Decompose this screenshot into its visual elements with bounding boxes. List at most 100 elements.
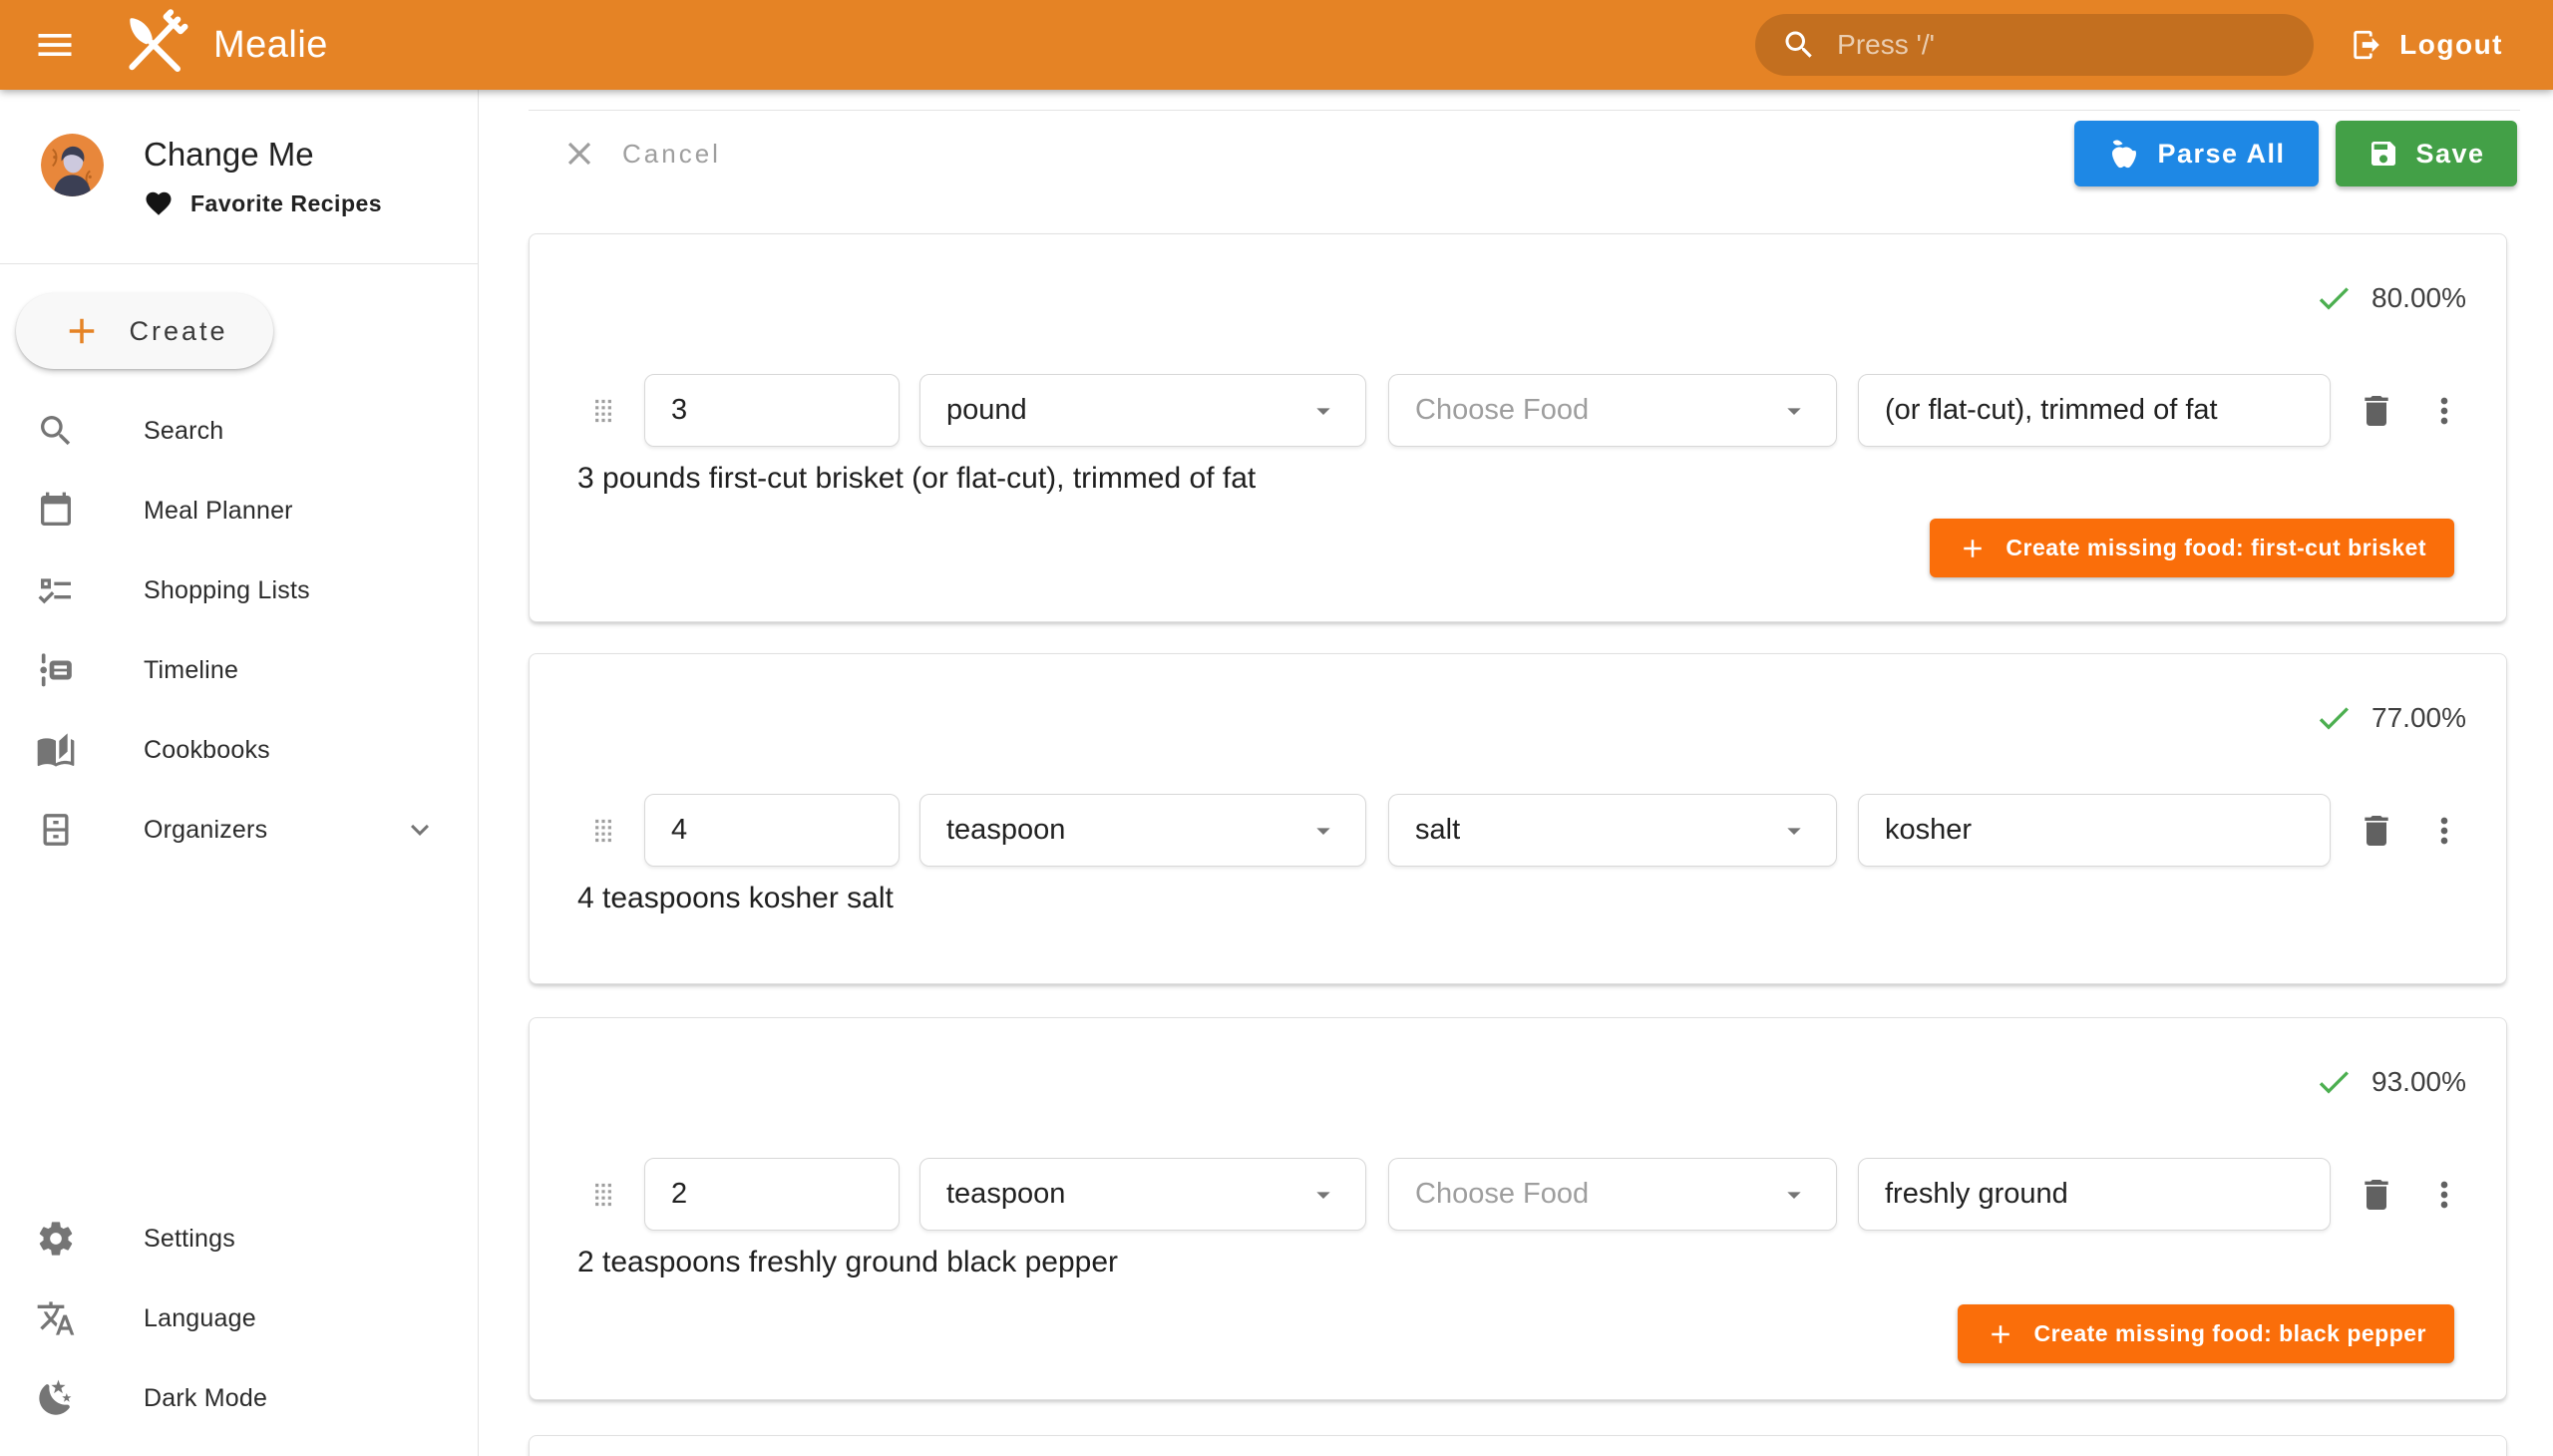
search-icon bbox=[36, 411, 76, 451]
dropdown-caret-icon bbox=[1778, 395, 1810, 427]
food-select[interactable]: salt bbox=[1388, 794, 1837, 867]
heart-icon bbox=[144, 188, 174, 218]
sidebar-item-label: Timeline bbox=[144, 656, 238, 685]
note-input[interactable] bbox=[1858, 1158, 2331, 1231]
dropdown-caret-icon bbox=[1778, 1179, 1810, 1211]
sidebar-item-dark-mode[interactable]: Dark Mode bbox=[0, 1370, 478, 1426]
dots-vertical-icon bbox=[2424, 391, 2464, 431]
parser-toolbar: Cancel Parse All Save bbox=[479, 111, 2553, 196]
user-section[interactable]: Change Me Favorite Recipes bbox=[0, 90, 478, 218]
sidebar-item-label: Meal Planner bbox=[144, 497, 293, 526]
create-missing-food-button[interactable]: Create missing food: first-cut brisket bbox=[1930, 519, 2454, 577]
app-bar: Mealie Logout bbox=[0, 0, 2553, 90]
sidebar-item-language[interactable]: Language bbox=[0, 1290, 478, 1346]
food-select[interactable]: Choose Food bbox=[1388, 374, 1837, 447]
sidebar-item-meal-planner[interactable]: Meal Planner bbox=[0, 483, 478, 539]
row-actions bbox=[2357, 811, 2464, 851]
gear-icon bbox=[36, 1219, 76, 1259]
delete-ingredient-button[interactable] bbox=[2357, 1175, 2396, 1215]
translate-icon bbox=[36, 1298, 76, 1338]
ingredient-row: pound Choose Food bbox=[530, 374, 2506, 447]
save-label: Save bbox=[2415, 139, 2484, 170]
cancel-button[interactable]: Cancel bbox=[560, 135, 721, 173]
parse-all-label: Parse All bbox=[2157, 139, 2285, 170]
sidebar: Change Me Favorite Recipes Create Search… bbox=[0, 90, 479, 1456]
row-actions bbox=[2357, 1175, 2464, 1215]
plus-icon bbox=[1986, 1319, 2015, 1349]
ingredient-row: teaspoon Choose Food bbox=[530, 1158, 2506, 1231]
parse-all-button[interactable]: Parse All bbox=[2074, 121, 2319, 186]
logout-label: Logout bbox=[2399, 29, 2503, 61]
original-ingredient-text: 2 teaspoons freshly ground black pepper bbox=[577, 1246, 1118, 1279]
confidence-value: 80.00% bbox=[2371, 282, 2466, 314]
save-button[interactable]: Save bbox=[2336, 121, 2517, 186]
sidebar-item-cookbooks[interactable]: Cookbooks bbox=[0, 722, 478, 778]
calendar-icon bbox=[36, 491, 76, 531]
mealie-logo-icon bbox=[118, 9, 189, 81]
confidence-badge: 93.00% bbox=[2314, 1062, 2466, 1102]
quantity-input[interactable] bbox=[644, 794, 900, 867]
sidebar-item-label: Search bbox=[144, 417, 223, 446]
confidence-badge: 77.00% bbox=[2314, 698, 2466, 738]
trash-icon bbox=[2357, 811, 2396, 851]
menu-icon[interactable] bbox=[33, 23, 77, 67]
sidebar-item-organizers[interactable]: Organizers bbox=[0, 802, 478, 858]
search-icon bbox=[1781, 27, 1817, 63]
sidebar-item-shopping-lists[interactable]: Shopping Lists bbox=[0, 562, 478, 618]
favorites-label: Favorite Recipes bbox=[190, 190, 382, 217]
quantity-input[interactable] bbox=[644, 374, 900, 447]
user-name: Change Me bbox=[144, 136, 382, 174]
sidebar-item-timeline[interactable]: Timeline bbox=[0, 642, 478, 698]
dropdown-caret-icon bbox=[1307, 815, 1339, 847]
ingredient-menu-button[interactable] bbox=[2424, 391, 2464, 431]
ingredient-card-partial bbox=[529, 1435, 2507, 1456]
trash-icon bbox=[2357, 1175, 2396, 1215]
favorite-recipes-link[interactable]: Favorite Recipes bbox=[144, 188, 382, 218]
delete-ingredient-button[interactable] bbox=[2357, 811, 2396, 851]
chevron-down-icon[interactable] bbox=[402, 812, 438, 848]
apple-icon bbox=[2107, 137, 2141, 171]
drag-handle-icon[interactable] bbox=[584, 392, 622, 430]
sidebar-item-settings[interactable]: Settings bbox=[0, 1211, 478, 1267]
plus-icon bbox=[61, 310, 103, 352]
ingredient-list: 80.00% pound Choose Food 3 p bbox=[529, 233, 2507, 1456]
unit-select[interactable]: pound bbox=[919, 374, 1366, 447]
delete-ingredient-button[interactable] bbox=[2357, 391, 2396, 431]
save-icon bbox=[2368, 138, 2399, 170]
drag-handle-icon[interactable] bbox=[584, 812, 622, 850]
trash-icon bbox=[2357, 391, 2396, 431]
sidebar-item-label: Dark Mode bbox=[144, 1384, 267, 1413]
confidence-value: 77.00% bbox=[2371, 702, 2466, 734]
create-button[interactable]: Create bbox=[16, 293, 273, 369]
plus-icon bbox=[1958, 534, 1988, 563]
sidebar-item-search[interactable]: Search bbox=[0, 403, 478, 459]
unit-select[interactable]: teaspoon bbox=[919, 794, 1366, 867]
ingredient-menu-button[interactable] bbox=[2424, 811, 2464, 851]
ingredient-card: 93.00% teaspoon Choose Food bbox=[529, 1017, 2507, 1400]
logout-button[interactable]: Logout bbox=[2350, 28, 2503, 62]
food-select[interactable]: Choose Food bbox=[1388, 1158, 1837, 1231]
original-ingredient-text: 4 teaspoons kosher salt bbox=[577, 882, 894, 915]
unit-select[interactable]: teaspoon bbox=[919, 1158, 1366, 1231]
app-title: Mealie bbox=[213, 24, 328, 67]
ingredient-menu-button[interactable] bbox=[2424, 1175, 2464, 1215]
search-input[interactable] bbox=[1837, 29, 2288, 61]
row-actions bbox=[2357, 391, 2464, 431]
close-icon bbox=[560, 135, 598, 173]
dropdown-caret-icon bbox=[1307, 1179, 1339, 1211]
dropdown-caret-icon bbox=[1778, 815, 1810, 847]
file-cabinet-icon bbox=[36, 810, 76, 850]
timeline-icon bbox=[36, 650, 76, 690]
unit-value: teaspoon bbox=[946, 1178, 1065, 1211]
confidence-badge: 80.00% bbox=[2314, 278, 2466, 318]
unit-value: pound bbox=[946, 394, 1027, 427]
list-checks-icon bbox=[36, 570, 76, 610]
create-missing-food-button[interactable]: Create missing food: black pepper bbox=[1958, 1304, 2454, 1363]
note-input[interactable] bbox=[1858, 374, 2331, 447]
open-book-icon bbox=[36, 730, 76, 770]
global-search[interactable] bbox=[1755, 14, 2314, 76]
note-input[interactable] bbox=[1858, 794, 2331, 867]
quantity-input[interactable] bbox=[644, 1158, 900, 1231]
drag-handle-icon[interactable] bbox=[584, 1176, 622, 1214]
moon-stars-icon bbox=[36, 1378, 76, 1418]
